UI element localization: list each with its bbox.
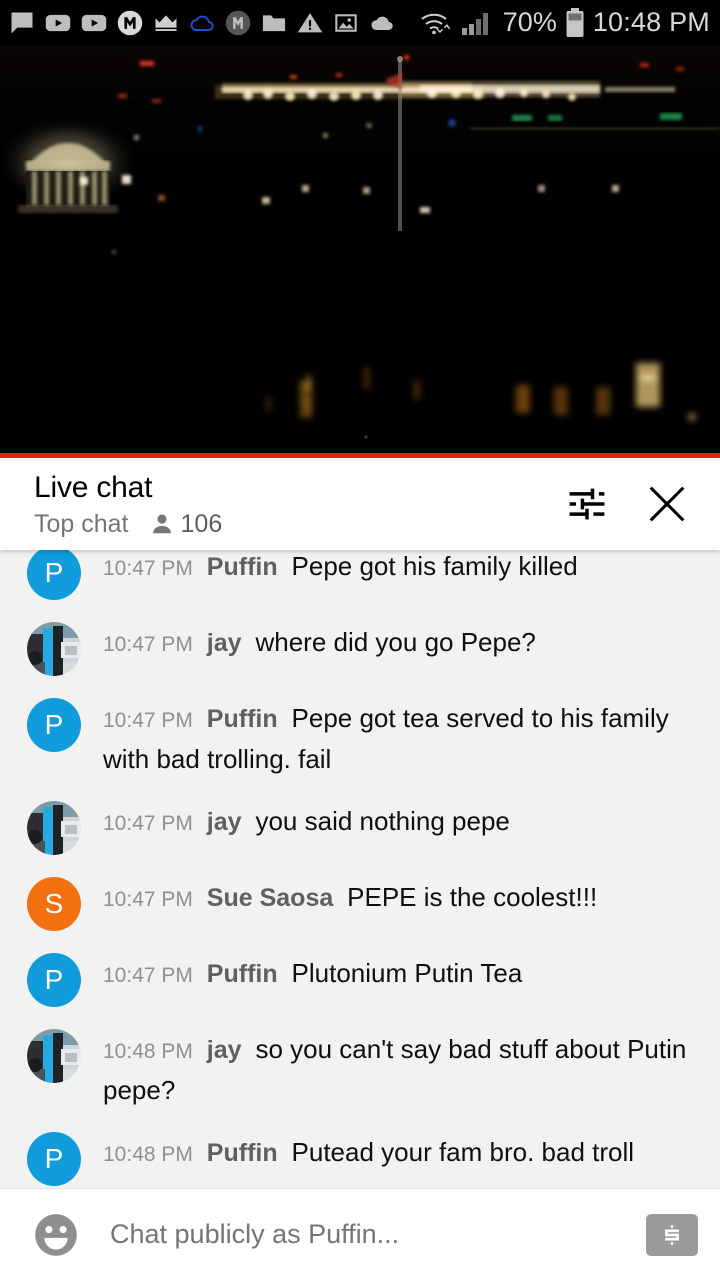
live-chat-subtitle-row: Top chat 106 (34, 510, 556, 539)
close-chat-button[interactable] (636, 473, 698, 535)
live-chat-title-group: Live chat Top chat 106 (34, 470, 556, 539)
chat-message-text: Pepe got his family killed (291, 551, 578, 581)
chat-bubble-icon (11, 12, 33, 33)
chat-message-timestamp: 10:47 PM (103, 812, 193, 835)
chat-message-author[interactable]: Puffin (207, 1139, 278, 1167)
viewer-count: 106 (180, 509, 223, 538)
chat-message-row[interactable]: S 10:47 PM Sue Saosa PEPE is the coolest!… (0, 855, 720, 931)
chat-message-row[interactable]: P 10:48 PM Puffin Putead your fam bro. ba… (0, 1110, 720, 1186)
messenger-m-icon (117, 10, 143, 35)
youtube-icon-2 (81, 14, 107, 31)
avatar-initial[interactable]: P (27, 1132, 81, 1186)
chat-message-timestamp: 10:47 PM (103, 633, 193, 656)
chat-message-author[interactable]: jay (207, 808, 242, 836)
chat-message-timestamp: 10:47 PM (103, 557, 193, 580)
chat-message-row[interactable]: P 10:47 PM Puffin Pepe got his family kil… (0, 550, 720, 600)
chat-message-body: 10:47 PM Puffin Pepe got his family kill… (103, 550, 578, 588)
chat-message-text: Plutonium Putin Tea (291, 958, 523, 988)
chat-message-author[interactable]: Puffin (207, 553, 278, 581)
battery-percent-label: 70% (502, 7, 557, 37)
chat-mode-label[interactable]: Top chat (34, 510, 129, 539)
super-chat-button[interactable] (646, 1213, 698, 1256)
avatar-initial[interactable]: S (27, 877, 81, 931)
chat-message-author[interactable]: Sue Saosa (207, 884, 333, 912)
chat-message-author[interactable]: Puffin (207, 705, 278, 733)
emoji-picker-button[interactable] (28, 1207, 84, 1263)
chat-message-timestamp: 10:47 PM (103, 709, 193, 732)
status-bar-system-icons: 70% 10:48 PM (419, 7, 710, 39)
chat-message-body: 10:47 PM Puffin Pepe got tea served to h… (103, 696, 698, 779)
chat-message-text: where did you go Pepe? (255, 627, 536, 657)
avatar-photo (27, 1029, 81, 1083)
page-title: Live chat (34, 470, 153, 504)
image-icon (335, 13, 357, 32)
chat-message-row[interactable]: P 10:47 PM Puffin Plutonium Putin Tea (0, 931, 720, 1007)
cloud-outline-icon (190, 15, 214, 31)
chat-message-body: 10:47 PM jay you said nothing pepe (103, 799, 510, 843)
video-frame-night-cityscape (0, 45, 720, 453)
live-chat-message-list[interactable]: P 10:47 PM Puffin Pepe got his family kil… (0, 550, 720, 1188)
chat-message-row[interactable]: P 10:47 PM Puffin Pepe got tea served to … (0, 676, 720, 779)
chat-message-row[interactable]: 10:47 PM jay you said nothing pepe (0, 779, 720, 855)
phone-screen: 70% 10:48 PM Live chat Top chat 106 P 10… (0, 0, 720, 1280)
chat-message-body: 10:47 PM Sue Saosa PEPE is the coolest!!… (103, 875, 597, 919)
chat-input-bar (0, 1188, 720, 1280)
avatar-photo[interactable] (27, 622, 81, 676)
person-icon (152, 514, 171, 534)
chat-message-text: Putead your fam bro. bad troll (291, 1137, 635, 1167)
chat-message-author[interactable]: Puffin (207, 960, 278, 988)
emoji-smiley-icon (35, 1213, 77, 1256)
tune-sliders-icon (569, 488, 605, 520)
avatar-photo (27, 801, 81, 855)
status-bar-notification-icons (8, 9, 419, 37)
chat-settings-button[interactable] (556, 473, 618, 535)
folder-icon (262, 14, 286, 31)
chat-message-timestamp: 10:48 PM (103, 1143, 193, 1166)
monogram-m-icon (225, 10, 251, 35)
avatar-initial[interactable]: P (27, 953, 81, 1007)
chat-message-timestamp: 10:47 PM (103, 888, 193, 911)
chat-message-body: 10:47 PM Puffin Plutonium Putin Tea (103, 951, 522, 995)
status-bar: 70% 10:48 PM (0, 0, 720, 45)
chat-message-input[interactable] (110, 1219, 646, 1250)
battery-icon (566, 7, 584, 37)
live-video-player[interactable] (0, 45, 720, 453)
chat-message-author[interactable]: jay (207, 1036, 242, 1064)
wifi-icon (421, 13, 450, 34)
chat-message-text: you said nothing pepe (255, 806, 510, 836)
chat-message-timestamp: 10:48 PM (103, 1040, 193, 1063)
warning-triangle-icon (297, 12, 323, 32)
close-x-icon (649, 486, 685, 522)
avatar-initial[interactable]: P (27, 698, 81, 752)
dollar-bill-icon (662, 1224, 682, 1245)
chat-message-body: 10:48 PM Puffin Putead your fam bro. bad… (103, 1130, 634, 1174)
avatar-photo (27, 622, 81, 676)
crown-icon (155, 14, 177, 31)
cloud-filled-icon (371, 16, 393, 30)
viewer-count-group: 106 (149, 509, 223, 539)
chat-message-row[interactable]: 10:47 PM jay where did you go Pepe? (0, 600, 720, 676)
chat-message-author[interactable]: jay (207, 629, 242, 657)
chat-message-text: PEPE is the coolest!!! (347, 882, 598, 912)
youtube-icon (45, 14, 71, 31)
chat-message-row[interactable]: 10:48 PM jay so you can't say bad stuff … (0, 1007, 720, 1110)
chat-message-body: 10:47 PM jay where did you go Pepe? (103, 620, 536, 664)
avatar-initial[interactable]: P (27, 550, 81, 600)
avatar-photo[interactable] (27, 801, 81, 855)
cellular-signal-icon (461, 12, 488, 35)
chat-message-body: 10:48 PM jay so you can't say bad stuff … (103, 1027, 698, 1110)
live-chat-header: Live chat Top chat 106 (0, 458, 720, 550)
avatar-photo[interactable] (27, 1029, 81, 1083)
status-clock: 10:48 PM (592, 7, 710, 37)
chat-message-timestamp: 10:47 PM (103, 964, 193, 987)
